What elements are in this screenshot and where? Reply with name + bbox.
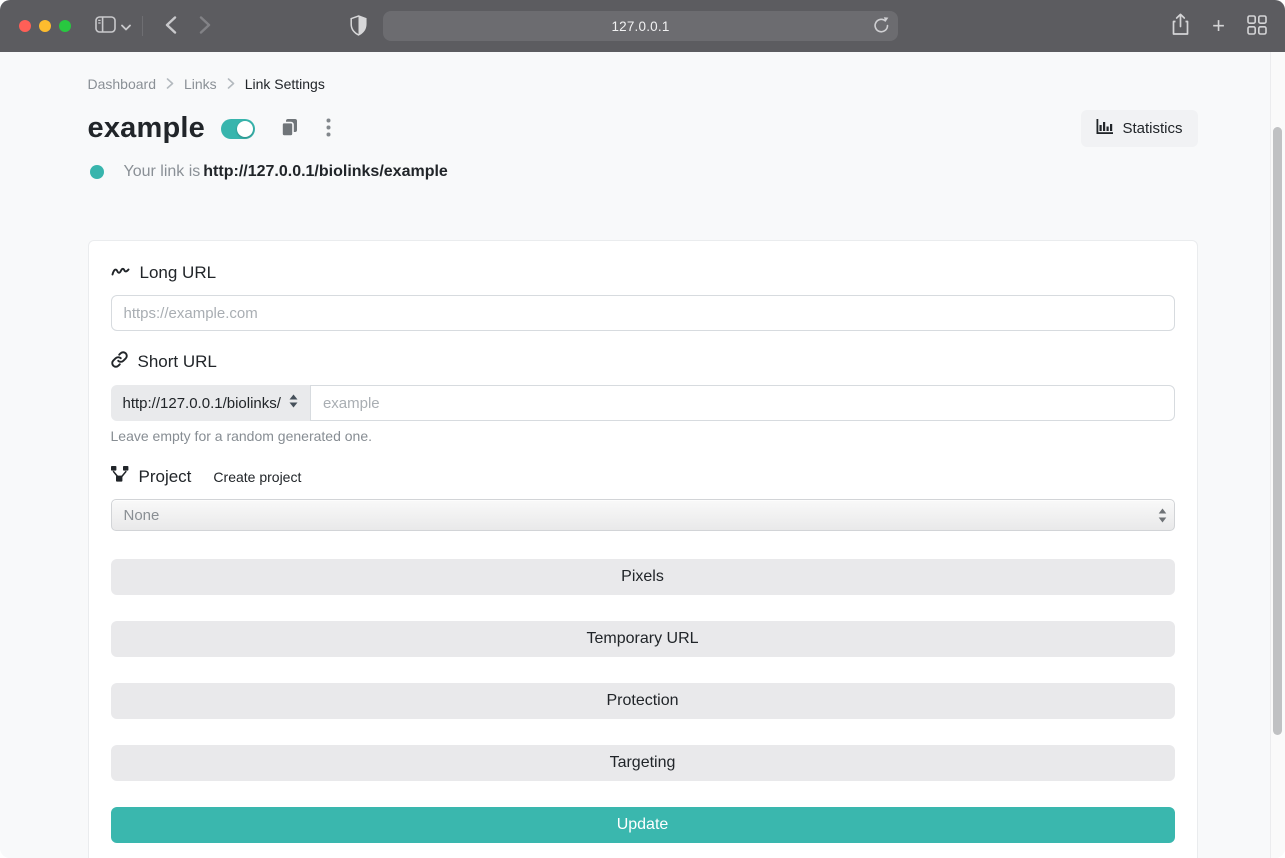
status-row: Your link is http://127.0.0.1/biolinks/ex… [88,163,1198,181]
sidebar-toggle-button[interactable] [95,16,116,36]
chevron-down-icon [121,19,131,34]
chevron-right-icon [166,76,174,92]
page-title: example [87,112,205,144]
short-url-domain-select[interactable]: http://127.0.0.1/biolinks/ [110,385,310,421]
sidebar-icon [95,16,116,36]
share-button[interactable] [1171,13,1190,39]
minimize-window-button[interactable] [39,20,51,32]
kebab-icon [326,118,331,140]
title-row: example Statistics [88,110,1198,147]
short-url-input[interactable] [309,385,1175,421]
scrollbar-thumb[interactable] [1273,127,1282,735]
tab-overview-button[interactable] [1247,14,1267,38]
forward-button[interactable] [199,15,211,37]
toggle-knob [236,120,253,137]
forward-icon [199,15,211,37]
reload-icon [873,16,890,38]
create-project-link[interactable]: Create project [213,469,301,485]
page-content: Dashboard Links Link Settings example St… [0,52,1285,858]
browser-chrome: 127.0.0.1 + [0,0,1285,52]
sidebar-dropdown-button[interactable] [121,19,131,34]
squiggle-icon [111,263,130,283]
chevron-right-icon [227,76,235,92]
back-icon [165,15,177,37]
new-tab-button[interactable]: + [1212,15,1225,37]
scrollbar-track[interactable] [1270,52,1285,858]
address-url: 127.0.0.1 [611,18,670,34]
bar-chart-icon [1096,119,1114,138]
link-settings-card: Long URL Short URL http://127.0.0.1/biol… [87,240,1198,858]
breadcrumb-dashboard[interactable]: Dashboard [88,76,157,92]
status-text: Your link is http://127.0.0.1/biolinks/ex… [123,163,448,180]
project-row: Project Create project [110,466,1175,487]
link-enabled-toggle[interactable] [220,118,255,139]
privacy-shield-icon[interactable] [350,15,367,41]
chrome-divider [142,16,143,36]
browser-window: 127.0.0.1 + Dashboard Links Link Setting… [0,0,1285,858]
tabs-grid-icon [1247,14,1267,38]
project-label: Project [110,466,191,487]
project-select-value: None [123,506,160,524]
short-link-url[interactable]: http://127.0.0.1/biolinks/example [203,163,448,180]
project-select[interactable]: None [110,499,1175,531]
select-arrows-icon [289,394,298,412]
long-url-input[interactable] [110,295,1175,331]
share-icon [1171,13,1190,39]
window-controls [19,20,71,32]
reload-button[interactable] [873,16,890,38]
short-url-helper: Leave empty for a random generated one. [110,428,373,444]
statistics-button[interactable]: Statistics [1081,110,1198,147]
more-options-button[interactable] [326,118,331,140]
project-diagram-icon [110,466,129,487]
breadcrumb-links[interactable]: Links [184,76,217,92]
pixels-section-button[interactable]: Pixels [110,559,1175,595]
statistics-label: Statistics [1122,120,1183,137]
update-button[interactable]: Update [110,807,1175,843]
address-bar[interactable]: 127.0.0.1 [383,11,898,41]
plus-icon: + [1212,13,1225,38]
breadcrumb: Dashboard Links Link Settings [88,52,1198,92]
back-button[interactable] [165,15,177,37]
zoom-window-button[interactable] [59,20,71,32]
short-url-label: Short URL [110,351,1175,373]
copy-link-button[interactable] [281,118,298,140]
circle-dot-icon [89,165,104,179]
copy-icon [281,118,298,140]
long-url-label: Long URL [111,263,1175,283]
short-url-group: http://127.0.0.1/biolinks/ [110,385,1175,421]
breadcrumb-link-settings: Link Settings [244,76,325,92]
close-window-button[interactable] [19,20,31,32]
temporary-url-section-button[interactable]: Temporary URL [110,621,1175,657]
targeting-section-button[interactable]: Targeting [110,745,1175,781]
select-arrows-icon [1158,508,1167,527]
protection-section-button[interactable]: Protection [110,683,1175,719]
link-icon [110,351,128,373]
